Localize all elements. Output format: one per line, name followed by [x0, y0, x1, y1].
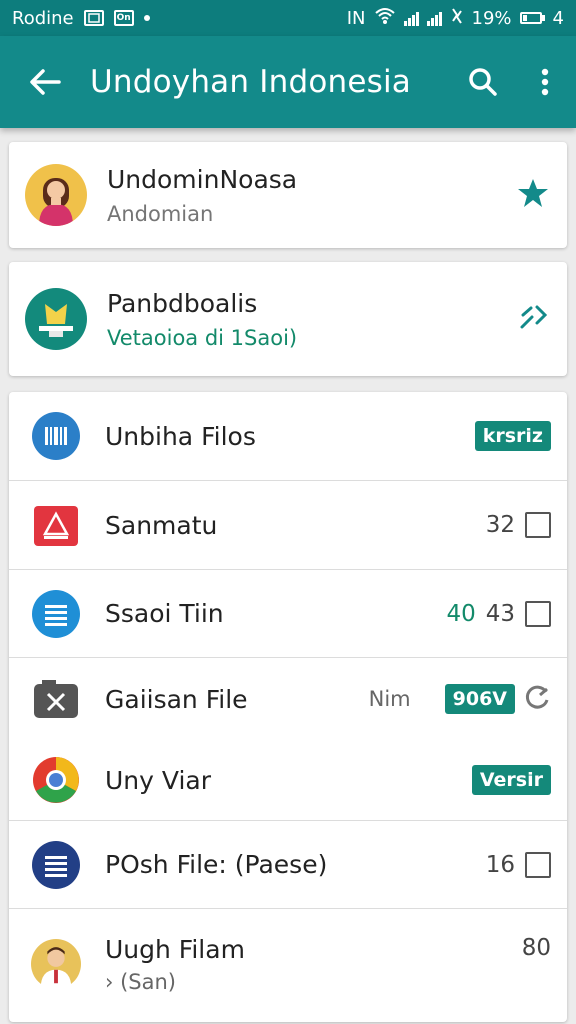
item-checkbox[interactable]: [525, 851, 551, 878]
list-item-label: Sanmatu: [105, 510, 218, 540]
status-box-icon: [83, 10, 104, 26]
status-carrier: Rodine: [12, 7, 74, 29]
contact-card-1[interactable]: UndominNoasa Andomian: [9, 142, 567, 248]
list-item[interactable]: Uugh Filam › (San) 80: [9, 909, 567, 1019]
list-item[interactable]: Uny Viar Versir: [9, 740, 567, 821]
list-item[interactable]: Ssaoi Tiin 40 43: [9, 570, 567, 658]
star-icon: [518, 179, 548, 207]
data-icon: [450, 7, 464, 30]
status-badge: krsriz: [474, 421, 551, 451]
item-count-primary: 40: [446, 600, 476, 627]
signal-2-icon: [426, 10, 442, 26]
battery-percent: 19%: [471, 7, 512, 29]
browser-icon: [31, 755, 81, 805]
file-list: Unbiha Filos krsriz Sanmatu 32 Ssaoi Tii…: [9, 392, 567, 1022]
card-title: UndominNoasa: [107, 164, 298, 194]
arrow-left-icon: [30, 69, 61, 95]
notification-dot-icon: [143, 15, 150, 21]
avatar: [25, 164, 87, 226]
wifi-icon: [374, 7, 396, 30]
list-item[interactable]: Gaiisan File Nim 906V: [9, 658, 567, 740]
image-off-icon: [31, 674, 81, 724]
barcode-icon: [31, 411, 81, 461]
avatar: [31, 939, 81, 989]
page-title: Undoyhan Indonesia: [90, 64, 411, 100]
list-item-sub: (San): [120, 969, 176, 994]
status-badge: 906V: [444, 684, 515, 714]
search-button[interactable]: [452, 67, 514, 97]
list-item-label: POsh File: (Paese): [105, 850, 328, 879]
chevron-right-icon: ›: [105, 969, 114, 994]
status-extra: 4: [552, 7, 564, 29]
list-item-label: Uugh Filam: [105, 934, 245, 964]
refresh-button[interactable]: [525, 684, 551, 714]
list-item[interactable]: Sanmatu 32: [9, 481, 567, 570]
refresh-icon: [525, 685, 549, 709]
overflow-menu-button[interactable]: [514, 68, 576, 96]
status-badge: Versir: [471, 765, 551, 795]
card-subtitle: Andomian: [107, 201, 214, 226]
item-meta: Nim: [368, 687, 411, 711]
status-bar: Rodine On IN 19% 4: [0, 0, 576, 36]
contact-card-2[interactable]: Panbdboalis Vetaoioa di 1Saoi): [9, 262, 567, 376]
app-bar: Undoyhan Indonesia: [0, 36, 576, 128]
list-item-label: Gaiisan File: [105, 684, 248, 714]
back-button[interactable]: [0, 68, 90, 96]
list-item[interactable]: POsh File: (Paese) 16: [9, 821, 567, 909]
item-count: 16: [485, 851, 515, 878]
signal-icon: [403, 10, 419, 26]
card-title: Panbdboalis: [107, 288, 258, 318]
favorite-button[interactable]: [517, 178, 551, 212]
list-item-label: Uny Viar: [105, 765, 211, 795]
item-checkbox[interactable]: [525, 512, 551, 538]
item-count-secondary: 43: [485, 600, 515, 627]
document-lines-icon: [31, 840, 81, 890]
list-item-label: Unbiha Filos: [105, 421, 256, 451]
share-icon: [520, 305, 548, 329]
item-count: 32: [485, 512, 515, 538]
share-button[interactable]: [519, 303, 551, 335]
item-checkbox[interactable]: [525, 600, 551, 627]
card-subtitle: Vetaoioa di 1Saoi): [107, 325, 298, 350]
document-lines-icon: [31, 589, 81, 639]
search-icon: [469, 68, 497, 96]
status-network: IN: [346, 7, 366, 29]
avatar: [25, 288, 87, 350]
battery-icon: [519, 12, 545, 24]
alert-icon: [31, 500, 81, 550]
list-item-label: Ssaoi Tiin: [105, 599, 224, 628]
status-app-badge: On: [113, 10, 134, 26]
list-item[interactable]: Unbiha Filos krsriz: [9, 392, 567, 481]
item-count: 80: [521, 935, 551, 961]
more-vert-icon: [541, 68, 549, 96]
